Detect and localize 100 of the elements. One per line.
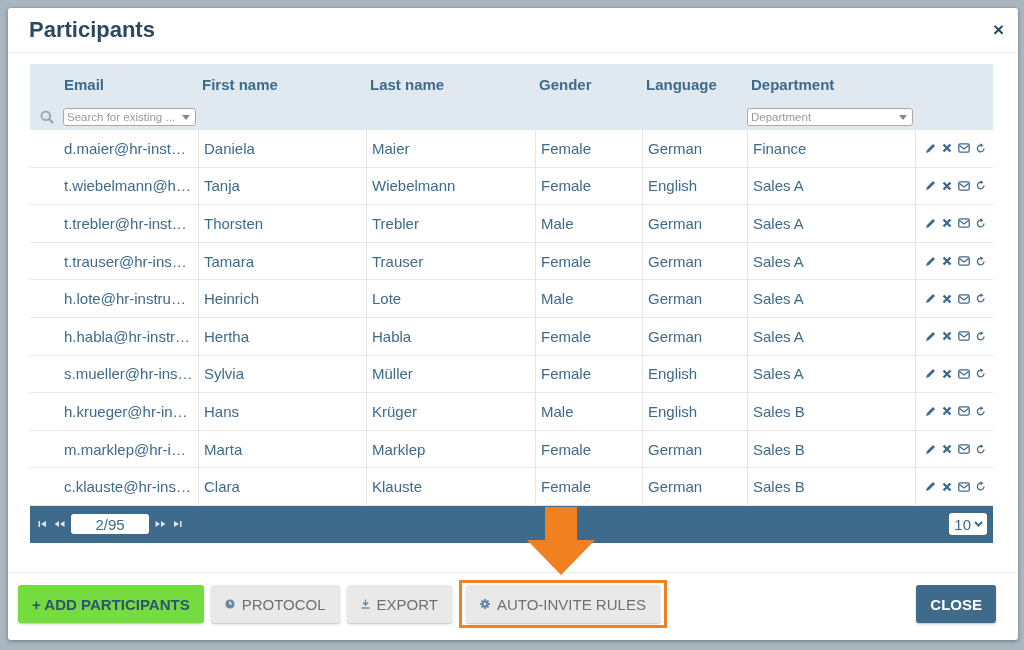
refresh-icon[interactable] bbox=[976, 481, 986, 493]
table-cell: t.trauser@hr-ins… bbox=[64, 252, 187, 270]
column-header[interactable]: Department bbox=[747, 75, 835, 93]
table-cell: Lote bbox=[372, 290, 402, 308]
table-cell: Sales A bbox=[753, 252, 804, 270]
pencil-icon[interactable] bbox=[925, 180, 936, 192]
envelope-icon[interactable] bbox=[958, 481, 970, 492]
table-cell: Sales A bbox=[753, 365, 804, 383]
clock-icon bbox=[224, 599, 235, 609]
pencil-icon[interactable] bbox=[925, 293, 936, 305]
table-cell: Sales B bbox=[753, 478, 805, 496]
cross-icon[interactable] bbox=[942, 143, 952, 154]
refresh-icon[interactable] bbox=[976, 405, 986, 417]
column-header[interactable]: First name bbox=[198, 75, 278, 93]
table-cell: Female bbox=[541, 177, 592, 195]
table-cell: s.mueller@hr-ins… bbox=[64, 365, 193, 383]
envelope-icon[interactable] bbox=[958, 293, 970, 304]
pencil-icon[interactable] bbox=[925, 443, 936, 455]
column-header[interactable]: Language bbox=[642, 75, 717, 93]
envelope-icon[interactable] bbox=[958, 143, 970, 154]
table-cell: Female bbox=[541, 365, 592, 383]
cross-icon[interactable] bbox=[942, 368, 952, 379]
table-cell: t.trebler@hr-inst… bbox=[64, 215, 187, 232]
table-cell: Marta bbox=[204, 440, 243, 458]
cross-icon[interactable] bbox=[942, 293, 952, 304]
refresh-icon[interactable] bbox=[976, 218, 986, 229]
last-page-icon[interactable] bbox=[172, 520, 182, 529]
table-cell: German bbox=[648, 139, 703, 157]
table-cell: Thorsten bbox=[204, 215, 264, 232]
page-field[interactable]: 2/95 bbox=[71, 514, 149, 535]
refresh-icon[interactable] bbox=[976, 293, 986, 305]
table-cell: Clara bbox=[204, 478, 240, 496]
table-cell: c.klauste@hr-ins… bbox=[64, 478, 191, 496]
table-cell: Daniela bbox=[204, 139, 255, 157]
column-header[interactable]: Gender bbox=[535, 75, 592, 93]
cross-icon[interactable] bbox=[942, 444, 952, 455]
table-cell: Trebler bbox=[372, 215, 419, 232]
cross-icon[interactable] bbox=[942, 180, 952, 191]
action-button[interactable]: AUTO-INVITE RULES bbox=[465, 585, 660, 623]
pencil-icon[interactable] bbox=[925, 368, 936, 380]
envelope-icon[interactable] bbox=[958, 444, 970, 455]
table-cell: Marklep bbox=[372, 440, 426, 458]
action-button[interactable]: PROTOCOL bbox=[210, 585, 340, 623]
table-cell: English bbox=[648, 365, 698, 383]
cross-icon[interactable] bbox=[942, 218, 952, 229]
previous-page-icon[interactable] bbox=[54, 520, 65, 529]
table-cell: Heinrich bbox=[204, 290, 260, 308]
table-cell: English bbox=[648, 177, 698, 195]
table-cell: Klauste bbox=[372, 478, 423, 496]
table-cell: h.lote@hr-instru… bbox=[64, 290, 186, 308]
refresh-icon[interactable] bbox=[976, 180, 986, 192]
page-size-dropdown[interactable]: 10 bbox=[949, 513, 987, 536]
table-cell: Sales A bbox=[753, 327, 804, 345]
cross-icon[interactable] bbox=[942, 331, 952, 342]
table-cell: t.wiebelmann@h… bbox=[64, 177, 191, 195]
envelope-icon[interactable] bbox=[958, 331, 970, 342]
table-cell: Female bbox=[541, 139, 592, 157]
table-cell: h.krueger@hr-in… bbox=[64, 402, 188, 420]
envelope-icon[interactable] bbox=[958, 406, 970, 417]
table-cell: Sales B bbox=[753, 440, 805, 458]
table-cell: Hans bbox=[204, 402, 240, 420]
table-cell: Krüger bbox=[372, 402, 418, 420]
cross-icon[interactable] bbox=[942, 256, 952, 267]
refresh-icon[interactable] bbox=[976, 443, 986, 455]
pencil-icon[interactable] bbox=[925, 255, 936, 267]
table-cell: Male bbox=[541, 215, 574, 232]
pencil-icon[interactable] bbox=[925, 142, 936, 154]
refresh-icon[interactable] bbox=[976, 255, 986, 267]
column-header[interactable]: Last name bbox=[366, 75, 445, 93]
envelope-icon[interactable] bbox=[958, 180, 970, 191]
table-cell: d.maier@hr-inst… bbox=[64, 139, 186, 157]
action-button[interactable]: CLOSE bbox=[916, 585, 996, 623]
pencil-icon[interactable] bbox=[925, 218, 936, 229]
table-cell: Wiebelmann bbox=[372, 177, 456, 195]
refresh-icon[interactable] bbox=[976, 330, 986, 342]
column-header[interactable]: Email bbox=[63, 75, 105, 93]
envelope-icon[interactable] bbox=[958, 256, 970, 267]
refresh-icon[interactable] bbox=[976, 142, 986, 154]
envelope-icon[interactable] bbox=[958, 368, 970, 379]
action-button[interactable]: EXPORT bbox=[346, 585, 452, 623]
cross-icon[interactable] bbox=[942, 481, 952, 492]
pencil-icon[interactable] bbox=[925, 330, 936, 342]
pencil-icon[interactable] bbox=[925, 405, 936, 417]
table-cell: Müller bbox=[372, 365, 413, 383]
table-cell: German bbox=[648, 440, 703, 458]
table-cell: German bbox=[648, 290, 703, 308]
pencil-icon[interactable] bbox=[925, 481, 936, 493]
next-page-icon[interactable] bbox=[155, 520, 166, 529]
first-page-icon[interactable] bbox=[38, 520, 48, 529]
table-cell: Female bbox=[541, 440, 592, 458]
table-cell: German bbox=[648, 327, 703, 345]
refresh-icon[interactable] bbox=[976, 368, 986, 380]
close-button[interactable]: × bbox=[990, 19, 1006, 41]
search-icon bbox=[39, 110, 54, 124]
table-cell: Sales A bbox=[753, 215, 804, 232]
search-field[interactable]: Search for existing ... bbox=[63, 108, 196, 126]
action-button[interactable]: + ADD PARTICIPANTS bbox=[18, 585, 204, 623]
cross-icon[interactable] bbox=[942, 406, 952, 417]
department-dropdown[interactable]: Department bbox=[747, 108, 913, 126]
envelope-icon[interactable] bbox=[958, 218, 970, 229]
